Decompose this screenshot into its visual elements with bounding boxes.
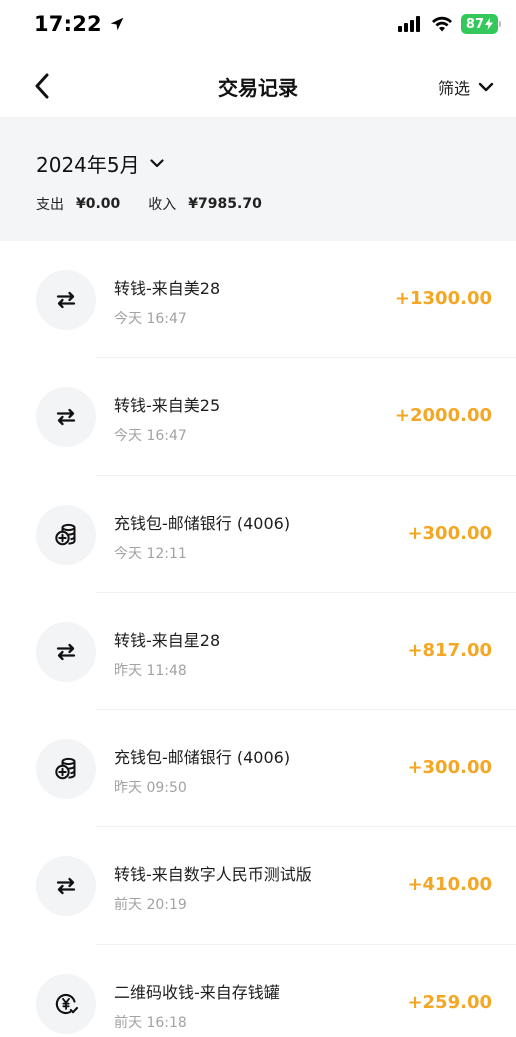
filter-label: 筛选: [437, 79, 470, 98]
transaction-amount: +300.00: [407, 522, 492, 544]
month-picker[interactable]: 2024年5月: [36, 149, 164, 178]
battery-level: 87: [465, 16, 484, 32]
transaction-row[interactable]: 转钱-来自美25 今天 16:47 +2000.00: [0, 358, 516, 476]
expense-label: 支出: [36, 197, 64, 213]
transfer-icon: [36, 270, 96, 330]
transaction-amount: +300.00: [407, 757, 492, 779]
transfer-icon: [36, 387, 96, 448]
transaction-time: 昨天 09:50: [114, 780, 187, 797]
location-arrow-icon: [110, 17, 124, 31]
transaction-time: 前天 16:18: [114, 1014, 187, 1031]
transaction-amount: +1300.00: [394, 288, 492, 309]
transaction-time: 今天 16:47: [114, 311, 187, 327]
transaction-list: 转钱-来自美28 今天 16:47 +1300.00 转钱-来自美25 今天 1…: [0, 241, 516, 1037]
transaction-title: 转钱-来自美28: [114, 279, 221, 298]
cellular-signal-icon: [397, 16, 420, 32]
transaction-row[interactable]: 二维码收钱-来自存钱罐 前天 16:18 +259.00: [0, 945, 516, 1037]
transaction-amount: +817.00: [407, 639, 492, 661]
transaction-amount: +259.00: [407, 991, 492, 1013]
transaction-row[interactable]: 转钱-来自星28 昨天 11:48 +817.00: [0, 593, 516, 711]
coin-stack-plus-icon: [36, 739, 96, 800]
transaction-time: 昨天 11:48: [114, 662, 187, 679]
transaction-time: 今天 12:11: [114, 545, 187, 562]
status-indicators: 87: [397, 14, 501, 34]
wifi-icon: [431, 16, 452, 32]
battery-indicator: 87: [460, 14, 501, 34]
status-time: 17:22: [34, 12, 102, 36]
filter-button[interactable]: 筛选: [438, 75, 494, 99]
month-summary: 2024年5月 支出 ¥0.00 收入 ¥7985.70: [0, 117, 516, 241]
transaction-row[interactable]: 充钱包-邮储银行 (4006) 今天 12:11 +300.00: [0, 476, 516, 593]
income-label: 收入: [148, 197, 177, 213]
totals-row: 支出 ¥0.00 收入 ¥7985.70: [36, 194, 290, 214]
charging-bolt-icon: [485, 18, 493, 30]
expense-value: ¥0.00: [76, 196, 121, 212]
transaction-time: 前天 20:19: [114, 897, 187, 914]
transaction-amount: +410.00: [407, 874, 492, 896]
income-value: ¥7985.70: [188, 196, 262, 212]
transaction-row[interactable]: 充钱包-邮储银行 (4006) 昨天 09:50 +300.00: [0, 710, 516, 828]
status-time-group: 17:22: [34, 12, 126, 36]
chevron-down-icon: [478, 82, 494, 92]
transfer-icon: [36, 856, 96, 917]
transaction-title: 充钱包-邮储银行 (4006): [114, 748, 291, 768]
transaction-title: 充钱包-邮储银行 (4006): [114, 513, 291, 533]
coin-stack-plus-icon: [36, 504, 96, 565]
transaction-row[interactable]: 转钱-来自美28 今天 16:47 +1300.00: [0, 241, 516, 359]
transaction-title: 转钱-来自星28: [114, 630, 221, 650]
transaction-title: 转钱-来自美25: [114, 396, 221, 416]
transfer-icon: [36, 621, 96, 682]
chevron-down-icon: [150, 159, 164, 168]
status-bar: 17:22 87: [0, 0, 516, 50]
transaction-row[interactable]: 转钱-来自数字人民币测试版 前天 20:19 +410.00: [0, 827, 516, 945]
yuan-received-icon: [36, 973, 96, 1034]
nav-bar: 交易记录 筛选: [0, 58, 516, 114]
month-label: 2024年5月: [36, 153, 140, 177]
transaction-amount: +2000.00: [394, 405, 492, 427]
transaction-time: 今天 16:47: [114, 428, 187, 445]
transaction-title: 转钱-来自数字人民币测试版: [114, 865, 312, 885]
transaction-title: 二维码收钱-来自存钱罐: [114, 982, 280, 1002]
